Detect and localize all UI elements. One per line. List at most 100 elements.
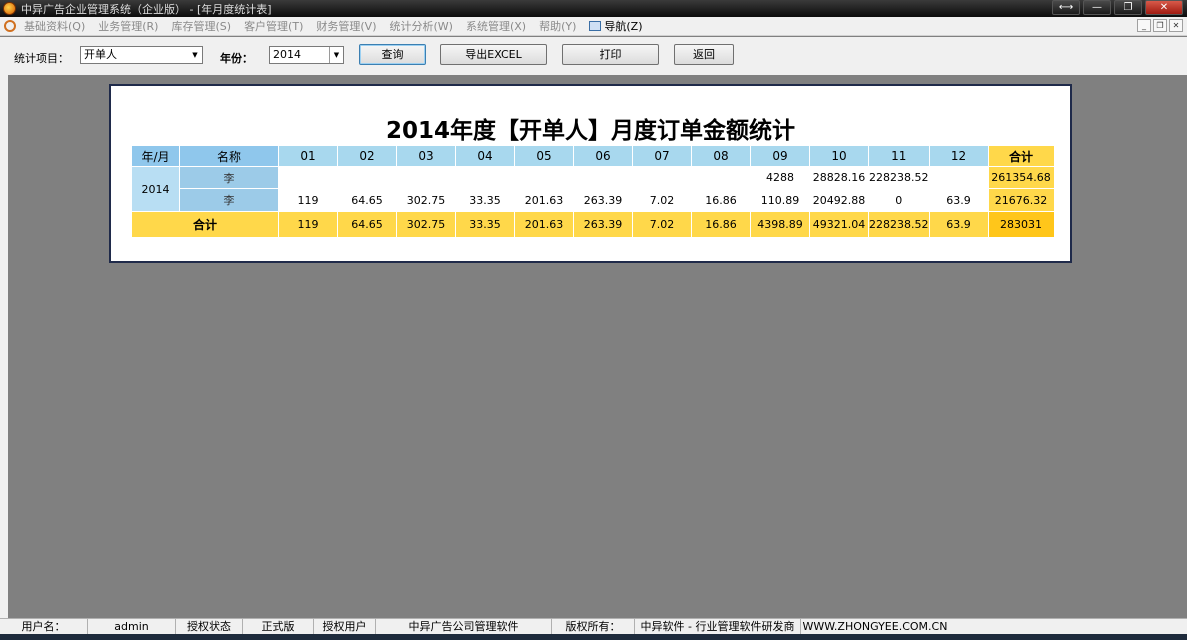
table-header-row: 年/月 名称 01 02 03 04 05 06 07 08 09 10 11 …: [131, 145, 1055, 167]
sum-cell: 49321.04: [809, 211, 869, 238]
header-total: 合计: [987, 145, 1055, 167]
value-cell: 228238.52: [868, 166, 930, 189]
window-title: 中异广告企业管理系统（企业版） - [年月度统计表]: [21, 2, 272, 16]
value-cell: 119: [278, 188, 338, 212]
value-cell: 7.02: [632, 188, 692, 212]
value-cell: [278, 166, 338, 189]
header-month: 05: [514, 145, 574, 167]
dropdown-arrow-icon: ▼: [192, 51, 198, 59]
status-website[interactable]: WWW.ZHONGYEE.COM.CN: [801, 619, 949, 635]
left-gutter: [0, 75, 8, 618]
sum-cell: 7.02: [632, 211, 692, 238]
header-month: 12: [928, 145, 989, 167]
header-month: 06: [573, 145, 633, 167]
year-value: 2014: [273, 48, 301, 61]
report-panel: 2014年度【开单人】月度订单金额统计 年/月 名称 01 02 03 04 0…: [109, 84, 1072, 263]
table-row: 2014 李 4288 28828.16 228238.52 261354.68: [131, 166, 1055, 212]
sum-cell: 63.9: [928, 211, 989, 238]
sum-cell: 64.65: [337, 211, 397, 238]
year-cell: 2014: [131, 166, 180, 212]
row-total-cell: 21676.32: [987, 188, 1055, 212]
value-cell: [337, 166, 397, 189]
stat-item-select[interactable]: 开单人 ▼: [80, 46, 203, 64]
sum-cell: 263.39: [573, 211, 633, 238]
menu-system[interactable]: 系统管理(X): [466, 18, 526, 34]
header-month: 11: [868, 145, 930, 167]
header-month: 02: [337, 145, 397, 167]
title-bar: 中异广告企业管理系统（企业版） - [年月度统计表] ⟷ — ❐ ✕: [0, 0, 1187, 17]
menu-inventory[interactable]: 库存管理(S): [171, 18, 231, 34]
back-button[interactable]: 返回: [674, 44, 734, 65]
report-table: 年/月 名称 01 02 03 04 05 06 07 08 09 10 11 …: [131, 145, 1055, 238]
sum-cell: 228238.52: [868, 211, 930, 238]
header-month: 09: [750, 145, 810, 167]
header-month: 08: [691, 145, 751, 167]
menu-customer[interactable]: 客户管理(T): [244, 18, 303, 34]
table-row: 李 119 64.65 302.75 33.35 201.63 263.39 7…: [132, 188, 1055, 212]
value-cell: 110.89: [750, 188, 810, 212]
status-auth-value: 正式版: [243, 619, 314, 635]
sum-cell: 16.86: [691, 211, 751, 238]
value-cell: [573, 166, 633, 189]
value-cell: [632, 166, 692, 189]
query-button[interactable]: 查询: [359, 44, 426, 65]
sum-cell: 119: [278, 211, 338, 238]
value-cell: 16.86: [691, 188, 751, 212]
sum-row: 合计 119 64.65 302.75 33.35 201.63 263.39 …: [131, 211, 1055, 238]
status-copyright-value: 中异软件 - 行业管理软件研发商: [635, 619, 801, 635]
toolbar: 统计项目： 开单人 ▼ 年份： 2014 ▼ 查询 导出EXCEL 打印 返回: [0, 37, 1187, 75]
export-excel-button[interactable]: 导出EXCEL: [440, 44, 547, 65]
value-cell: [396, 166, 456, 189]
stat-item-label: 统计项目：: [14, 52, 69, 65]
value-cell: [455, 166, 515, 189]
minimize-button[interactable]: —: [1083, 0, 1111, 15]
menu-navigation[interactable]: 导航(Z): [589, 18, 643, 34]
year-select[interactable]: 2014 ▼: [269, 46, 344, 64]
navigation-icon: [589, 21, 602, 31]
grand-total-cell: 283031: [987, 211, 1055, 238]
header-name: 名称: [179, 145, 279, 167]
mdi-close-button[interactable]: ✕: [1169, 19, 1183, 32]
header-month: 07: [632, 145, 692, 167]
status-copyright-label: 版权所有：: [552, 619, 635, 635]
stat-item-value: 开单人: [84, 48, 117, 61]
sum-cell: 302.75: [396, 211, 456, 238]
value-cell: [514, 166, 574, 189]
value-cell: [691, 166, 751, 189]
header-year-month: 年/月: [131, 145, 180, 167]
value-cell: 28828.16: [809, 166, 869, 189]
menu-basic-data[interactable]: 基础资料(Q): [24, 18, 85, 34]
print-button[interactable]: 打印: [562, 44, 659, 65]
status-user-label: 用户名：: [0, 619, 88, 635]
value-cell: 0: [868, 188, 930, 212]
value-cell: 302.75: [396, 188, 456, 212]
header-month: 01: [278, 145, 338, 167]
status-auth-user-label: 授权用户: [314, 619, 376, 635]
mdi-controls: _ ❐ ✕: [1137, 19, 1183, 32]
row-total-cell: 261354.68: [987, 166, 1055, 189]
value-cell: 64.65: [337, 188, 397, 212]
menu-statistics[interactable]: 统计分析(W): [389, 18, 452, 34]
app-logo-icon: [3, 2, 16, 15]
menu-logo-icon[interactable]: [4, 20, 16, 32]
restore-button[interactable]: ❐: [1114, 0, 1142, 15]
menu-business[interactable]: 业务管理(R): [98, 18, 158, 34]
status-bar: 用户名： admin 授权状态 正式版 授权用户 中异广告公司管理软件 版权所有…: [0, 618, 1187, 635]
menu-finance[interactable]: 财务管理(V): [316, 18, 376, 34]
window-controls: ⟷ — ❐ ✕: [1052, 0, 1183, 15]
menu-help[interactable]: 帮助(Y): [539, 18, 576, 34]
sum-cell: 4398.89: [750, 211, 810, 238]
mdi-restore-button[interactable]: ❐: [1153, 19, 1167, 32]
value-cell: 4288: [750, 166, 810, 189]
header-month: 04: [455, 145, 515, 167]
mdi-minimize-button[interactable]: _: [1137, 19, 1151, 32]
value-cell: [928, 166, 989, 189]
menu-navigation-label: 导航(Z): [604, 20, 643, 33]
sum-label: 合计: [131, 211, 279, 238]
status-auth-label: 授权状态: [176, 619, 243, 635]
close-button[interactable]: ✕: [1145, 0, 1183, 15]
name-cell: 李: [179, 166, 279, 189]
resize-icon[interactable]: ⟷: [1052, 0, 1080, 15]
value-cell: 263.39: [573, 188, 633, 212]
report-title: 2014年度【开单人】月度订单金额统计: [385, 118, 795, 144]
